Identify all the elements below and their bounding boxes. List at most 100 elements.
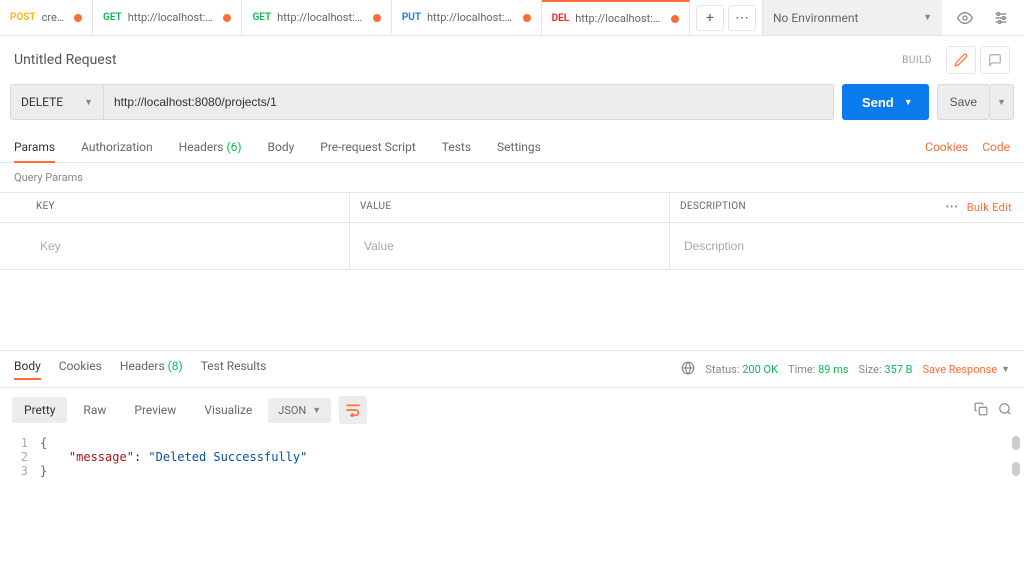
- chevron-down-icon: ▼: [904, 97, 913, 107]
- description-input[interactable]: [680, 231, 914, 261]
- tab-label: create: [42, 11, 66, 24]
- save-label: Save: [950, 95, 977, 109]
- status-value[interactable]: 200 OK: [742, 363, 778, 376]
- headers-label: Headers: [179, 140, 224, 154]
- view-preview[interactable]: Preview: [122, 397, 188, 423]
- more-options-button[interactable]: •••: [946, 202, 959, 213]
- tab-method: PUT: [402, 12, 421, 23]
- search-icon[interactable]: [998, 402, 1012, 419]
- save-response-label: Save Response: [923, 363, 998, 376]
- tab-headers[interactable]: Headers (6): [179, 132, 242, 162]
- tab-options-button[interactable]: ⋯: [728, 5, 756, 31]
- response-tab-headers[interactable]: Headers (8): [120, 359, 183, 379]
- chevron-down-icon: ▼: [312, 405, 321, 416]
- wrap-lines-button[interactable]: [339, 396, 367, 424]
- save-dropdown-button[interactable]: ▼: [990, 84, 1014, 120]
- new-tab-button[interactable]: +: [696, 5, 724, 31]
- tab-strip: POSTcreateGEThttp://localhost:80...GETht…: [0, 0, 690, 35]
- value-input[interactable]: [360, 231, 659, 261]
- size-value[interactable]: 357 B: [884, 363, 912, 376]
- environment-selector[interactable]: No Environment ▼: [762, 0, 942, 35]
- json-sep: :: [134, 450, 148, 464]
- environment-quicklook-button[interactable]: [950, 4, 980, 32]
- brace: {: [40, 436, 47, 450]
- scrollbar-thumb[interactable]: [1012, 462, 1020, 476]
- params-row: [0, 223, 1024, 270]
- url-input[interactable]: [104, 84, 834, 120]
- view-pretty[interactable]: Pretty: [12, 397, 67, 423]
- edit-button[interactable]: [946, 46, 976, 74]
- resp-headers-label: Headers: [120, 359, 165, 373]
- tab-label: http://localhost:80...: [575, 12, 663, 25]
- response-bar: Body Cookies Headers (8) Test Results St…: [0, 350, 1024, 387]
- code-link[interactable]: Code: [982, 140, 1010, 154]
- request-title[interactable]: Untitled Request: [14, 52, 902, 68]
- cookies-link[interactable]: Cookies: [925, 140, 968, 154]
- request-tab[interactable]: DEL http://localhost:80...: [542, 0, 690, 35]
- request-tab[interactable]: POST create: [0, 0, 93, 35]
- settings-button[interactable]: [986, 4, 1016, 32]
- key-input[interactable]: [36, 231, 339, 261]
- line-number: 2: [0, 450, 40, 464]
- params-table: KEY VALUE DESCRIPTION ••• Bulk Edit: [0, 192, 1024, 270]
- response-body[interactable]: 1 { 2 "message": "Deleted Successfully" …: [0, 432, 1024, 482]
- bulk-edit-link[interactable]: Bulk Edit: [967, 201, 1012, 214]
- tab-method: POST: [10, 12, 36, 23]
- request-header: Untitled Request BUILD: [0, 36, 1024, 84]
- tab-method: DEL: [552, 13, 570, 24]
- desc-cell: [670, 223, 924, 269]
- request-tab[interactable]: GEThttp://localhost:80...: [93, 0, 242, 35]
- query-params-title: Query Params: [0, 163, 1024, 192]
- col-value: VALUE: [350, 193, 670, 222]
- tab-method: GET: [252, 12, 271, 23]
- request-tabs: Params Authorization Headers (6) Body Pr…: [0, 132, 1024, 163]
- time-label: Time:: [788, 363, 815, 376]
- view-bar: Pretty Raw Preview Visualize JSON ▼: [0, 387, 1024, 432]
- view-raw[interactable]: Raw: [71, 397, 118, 423]
- unsaved-dot-icon: [223, 14, 231, 22]
- send-label: Send: [862, 95, 894, 110]
- resp-headers-count: (8): [168, 359, 183, 373]
- tab-settings[interactable]: Settings: [497, 132, 541, 162]
- save-button[interactable]: Save: [937, 84, 990, 120]
- tab-tests[interactable]: Tests: [442, 132, 471, 162]
- code-line: 2 "message": "Deleted Successfully": [0, 450, 1024, 464]
- send-button[interactable]: Send ▼: [842, 84, 929, 120]
- top-bar: POSTcreateGEThttp://localhost:80...GETht…: [0, 0, 1024, 36]
- chevron-down-icon: ▼: [1001, 364, 1010, 375]
- col-key: KEY: [0, 193, 350, 222]
- time-value[interactable]: 89 ms: [818, 363, 848, 376]
- tab-label: http://localhost:80...: [427, 11, 515, 24]
- response-tab-cookies[interactable]: Cookies: [59, 359, 102, 379]
- format-label: JSON: [278, 404, 306, 417]
- format-select[interactable]: JSON ▼: [268, 398, 331, 423]
- tab-prerequest[interactable]: Pre-request Script: [320, 132, 415, 162]
- request-tab[interactable]: GET http://localhost:80...: [242, 0, 391, 35]
- col-description: DESCRIPTION: [670, 193, 924, 222]
- brace: }: [40, 464, 47, 478]
- save-response-button[interactable]: Save Response ▼: [923, 363, 1011, 376]
- response-tab-body[interactable]: Body: [14, 359, 41, 379]
- network-icon[interactable]: [681, 361, 695, 378]
- key-cell: [0, 223, 350, 269]
- tab-label: http://localhost:80...: [277, 11, 365, 24]
- code-line: 3 }: [0, 464, 1024, 478]
- env-icons: [942, 0, 1024, 35]
- line-number: 3: [0, 464, 40, 478]
- size-label: Size:: [859, 363, 882, 376]
- tab-body[interactable]: Body: [268, 132, 295, 162]
- copy-icon[interactable]: [974, 402, 988, 419]
- environment-label: No Environment: [773, 11, 858, 25]
- response-tab-testresults[interactable]: Test Results: [201, 359, 267, 379]
- request-tab[interactable]: PUT http://localhost:80...: [392, 0, 542, 35]
- json-key: "message": [69, 450, 134, 464]
- tab-params[interactable]: Params: [14, 132, 55, 162]
- scrollbar-thumb[interactable]: [1012, 436, 1020, 450]
- headers-count: (6): [226, 140, 241, 154]
- view-visualize[interactable]: Visualize: [192, 397, 264, 423]
- http-method-select[interactable]: DELETE ▼: [10, 84, 104, 120]
- method-label: DELETE: [21, 95, 63, 109]
- unsaved-dot-icon: [74, 14, 82, 22]
- comments-button[interactable]: [980, 46, 1010, 74]
- tab-authorization[interactable]: Authorization: [81, 132, 153, 162]
